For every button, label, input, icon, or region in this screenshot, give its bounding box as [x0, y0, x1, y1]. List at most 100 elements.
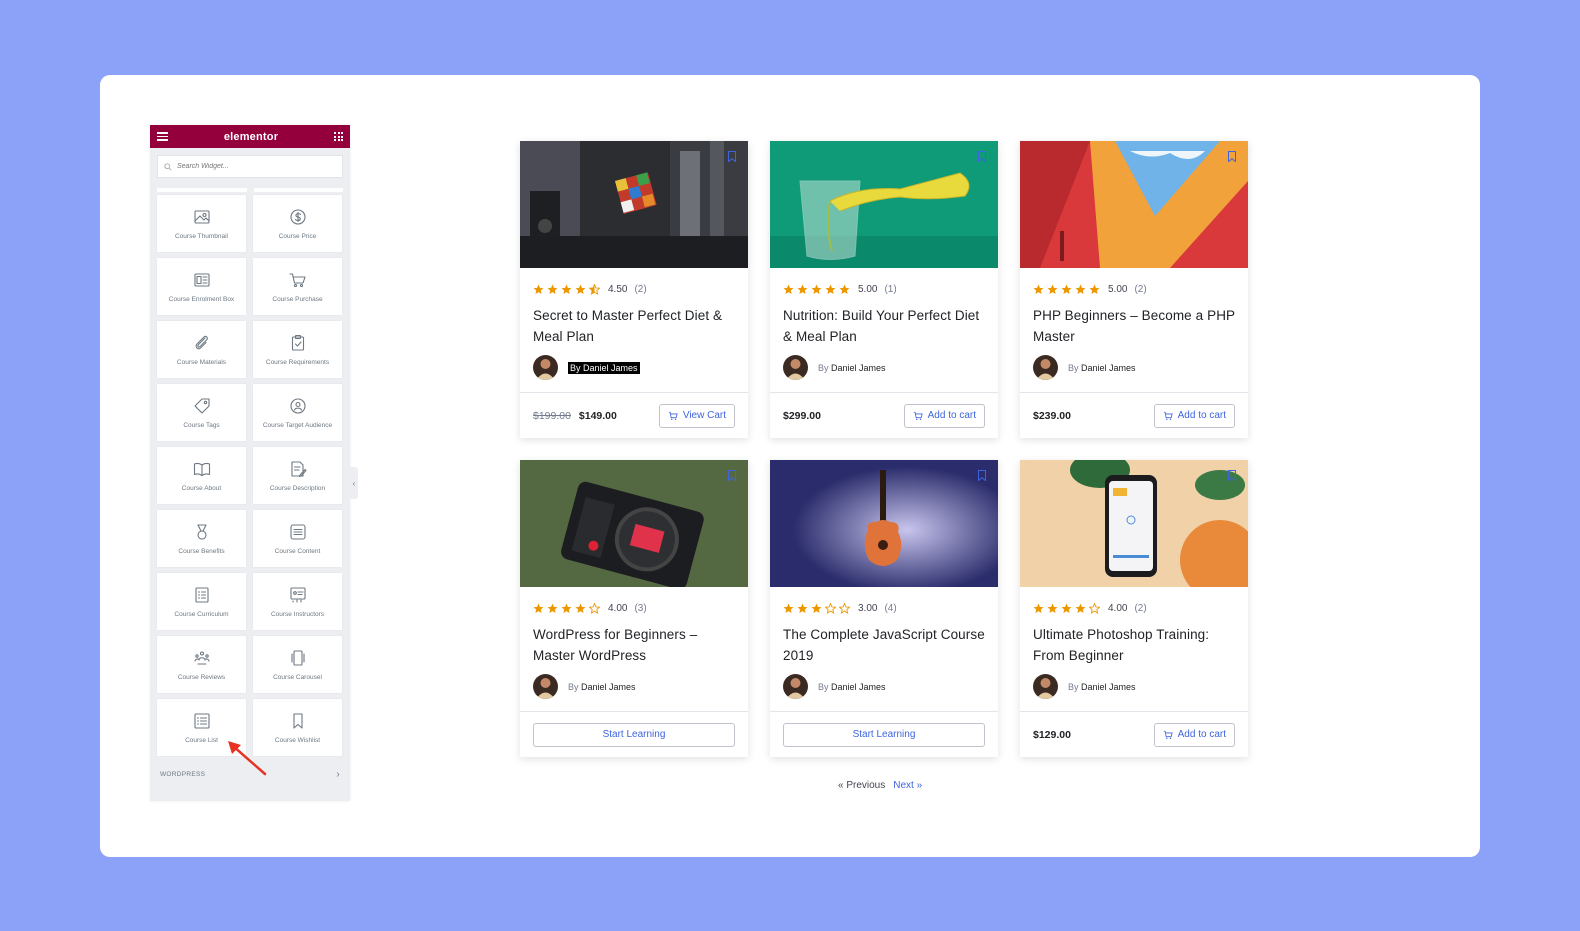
- star-full-icon: [1061, 284, 1072, 294]
- widget-course-thumbnail[interactable]: Course Thumbnail: [157, 195, 246, 252]
- course-title[interactable]: Secret to Master Perfect Diet & Meal Pla…: [533, 305, 735, 347]
- widget-course-purchase[interactable]: Course Purchase: [253, 258, 342, 315]
- widget-course-benefits[interactable]: Course Benefits: [157, 510, 246, 567]
- course-author: By Daniel James: [1033, 674, 1235, 699]
- panel-collapse-toggle[interactable]: ‹: [350, 467, 358, 499]
- instructors-icon: [289, 587, 306, 603]
- star-full-icon: [547, 603, 558, 613]
- widget-search-input[interactable]: [177, 163, 327, 170]
- author-text: By Daniel James: [568, 682, 636, 692]
- widget-course-about[interactable]: Course About: [157, 447, 246, 504]
- add-to-cart-button[interactable]: Add to cart: [1153, 403, 1235, 428]
- widget-label: Course Content: [274, 548, 321, 555]
- widget-course-price[interactable]: Course Price: [253, 195, 342, 252]
- bookmark-icon[interactable]: [978, 151, 986, 162]
- star-full-icon: [1075, 603, 1086, 613]
- widget-course-materials[interactable]: Course Materials: [157, 321, 246, 378]
- cart-icon: [1163, 730, 1173, 739]
- course-rating: 4.50 (2): [533, 282, 735, 296]
- course-title[interactable]: Nutrition: Build Your Perfect Diet & Mea…: [783, 305, 985, 347]
- star-half-icon: [589, 283, 600, 295]
- rating-count: (2): [1134, 602, 1147, 614]
- start-learning-button[interactable]: Start Learning: [533, 722, 735, 747]
- course-thumbnail[interactable]: [1020, 460, 1248, 587]
- course-thumbnail[interactable]: [770, 460, 998, 587]
- author-name[interactable]: Daniel James: [831, 682, 886, 692]
- content-card: elementor Course Thumbnail Course Price …: [100, 75, 1480, 857]
- star-full-icon: [1033, 603, 1044, 613]
- bookmark-icon[interactable]: [1228, 470, 1236, 481]
- previous-link[interactable]: « Previous: [838, 780, 885, 791]
- widget-course-tags[interactable]: Course Tags: [157, 384, 246, 441]
- widget-course-target-audience[interactable]: Course Target Audience: [253, 384, 342, 441]
- thumbnail-image: [1020, 141, 1248, 268]
- elementor-logo: elementor: [223, 130, 279, 143]
- star-rating: [783, 602, 850, 614]
- widget-course-carousel[interactable]: Course Carousel: [253, 636, 342, 693]
- course-footer: Start Learning: [520, 711, 748, 757]
- next-link[interactable]: Next »: [893, 780, 922, 791]
- bookmark-icon[interactable]: [978, 470, 986, 481]
- sale-price: $299.00: [783, 409, 821, 422]
- thumbnail-image: [770, 141, 998, 268]
- author-by: By: [1068, 362, 1079, 373]
- star-empty-icon: [825, 602, 836, 614]
- bookmark-icon[interactable]: [728, 151, 736, 162]
- course-thumbnail[interactable]: [770, 141, 998, 268]
- course-title[interactable]: Ultimate Photoshop Training: From Beginn…: [1033, 624, 1235, 666]
- widget-label: Course Requirements: [265, 359, 330, 366]
- rating-count: (2): [634, 283, 647, 295]
- course-thumbnail[interactable]: [1020, 141, 1248, 268]
- course-footer: $239.00 Add to cart: [1020, 392, 1248, 438]
- menu-icon[interactable]: [157, 132, 168, 141]
- author-name[interactable]: Daniel James: [831, 363, 886, 373]
- start-learning-button[interactable]: Start Learning: [783, 722, 985, 747]
- course-thumbnail[interactable]: [520, 141, 748, 268]
- widget-course-instructors[interactable]: Course Instructors: [253, 573, 342, 630]
- course-card: 4.00 (3) WordPress for Beginners – Maste…: [520, 460, 748, 757]
- rating-average: 5.00: [858, 283, 878, 295]
- star-rating: [1033, 284, 1100, 295]
- bookmark-icon[interactable]: [1228, 151, 1236, 162]
- widget-course-enrolment-box[interactable]: Course Enrolment Box: [157, 258, 246, 315]
- author-by: By: [570, 362, 581, 373]
- dollar-icon: [289, 209, 306, 225]
- widget-course-description[interactable]: Course Description: [253, 447, 342, 504]
- author-text: By Daniel James: [818, 682, 886, 692]
- course-title[interactable]: The Complete JavaScript Course 2019: [783, 624, 985, 666]
- bookmark-icon[interactable]: [728, 470, 736, 481]
- rating-average: 3.00: [858, 602, 878, 614]
- section-label: WORDPRESS: [160, 771, 206, 778]
- star-full-icon: [811, 603, 822, 613]
- course-rating: 4.00 (3): [533, 601, 735, 615]
- course-thumbnail[interactable]: [520, 460, 748, 587]
- chevron-right-icon: ›: [336, 769, 340, 780]
- course-title[interactable]: WordPress for Beginners – Master WordPre…: [533, 624, 735, 666]
- author-name[interactable]: Daniel James: [1081, 682, 1136, 692]
- view-cart-button[interactable]: View Cart: [658, 403, 735, 428]
- course-rating: 5.00 (2): [1033, 282, 1235, 296]
- add-to-cart-button[interactable]: Add to cart: [903, 403, 985, 428]
- cart-icon: [913, 411, 923, 420]
- course-author: By Daniel James: [533, 355, 735, 380]
- widget-course-content[interactable]: Course Content: [253, 510, 342, 567]
- apps-grid-icon[interactable]: [334, 132, 343, 141]
- author-name[interactable]: Daniel James: [583, 363, 638, 373]
- widget-search-box[interactable]: [157, 155, 343, 178]
- author-name[interactable]: Daniel James: [1081, 363, 1136, 373]
- rating-count: (2): [1134, 283, 1147, 295]
- add-to-cart-button[interactable]: Add to cart: [1153, 722, 1235, 747]
- enrolment-box-icon: [193, 273, 210, 287]
- medal-icon: [196, 524, 207, 540]
- widget-course-reviews[interactable]: Course Reviews: [157, 636, 246, 693]
- author-name[interactable]: Daniel James: [581, 682, 636, 692]
- widget-grid: Course Thumbnail Course Price Course Enr…: [157, 195, 342, 756]
- course-title[interactable]: PHP Beginners – Become a PHP Master: [1033, 305, 1235, 347]
- widget-course-curriculum[interactable]: Course Curriculum: [157, 573, 246, 630]
- author-text: By Daniel James: [1068, 682, 1136, 692]
- widget-course-requirements[interactable]: Course Requirements: [253, 321, 342, 378]
- open-book-icon: [193, 462, 210, 477]
- star-full-icon: [533, 603, 544, 613]
- widget-label: Course Price: [278, 233, 317, 240]
- avatar: [533, 674, 558, 699]
